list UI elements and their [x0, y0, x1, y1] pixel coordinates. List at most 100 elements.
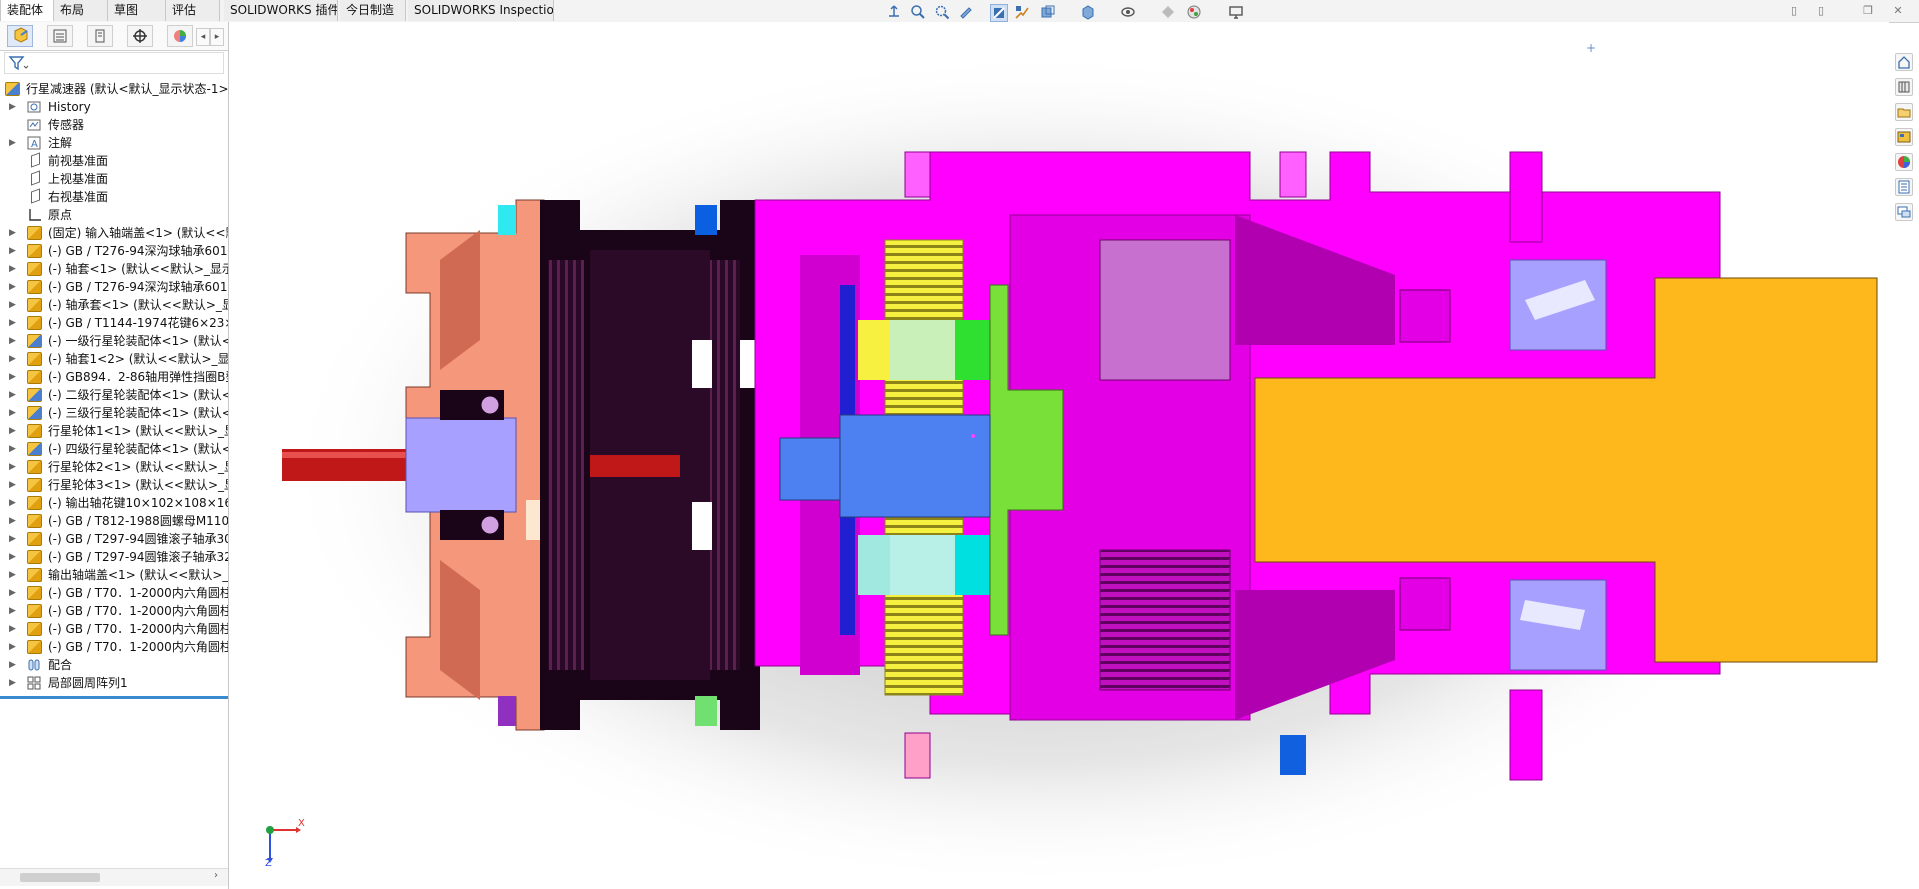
- tree-item[interactable]: ▶ (-) GB / T297-94圆锥滚子轴承30: [0, 530, 228, 548]
- tree-item[interactable]: ▶ (-) 一级行星轮装配体<1> (默认<: [0, 332, 228, 350]
- tree-item[interactable]: 传感器: [0, 116, 228, 134]
- expand-arrow-icon[interactable]: ▶: [9, 620, 17, 638]
- expand-arrow-icon[interactable]: ▶: [9, 314, 17, 332]
- tree-item[interactable]: 右视基准面: [0, 188, 228, 206]
- tree-item[interactable]: ▶ (-) GB / T812-1988圆螺母M110: [0, 512, 228, 530]
- view-display-icon[interactable]: [1228, 4, 1244, 20]
- tree-item[interactable]: ▶ (-) GB / T70．1-2000内六角圆柱: [0, 602, 228, 620]
- expand-arrow-icon[interactable]: ▶: [9, 458, 17, 476]
- expand-arrow-icon[interactable]: ▶: [9, 530, 17, 548]
- tree-item[interactable]: ▶ (-) GB / T70．1-2000内六角圆柱: [0, 620, 228, 638]
- scrollbar-thumb[interactable]: [20, 873, 100, 882]
- tab-solidworks-addins[interactable]: SOLIDWORKS 插件: [224, 0, 338, 21]
- expand-arrow-icon[interactable]: ▶: [9, 602, 17, 620]
- input-bearing-sleeve[interactable]: [405, 417, 517, 513]
- tab-sketch[interactable]: 草图: [108, 0, 166, 21]
- tree-item[interactable]: ▶ 输出轴端盖<1> (默认<<默认>_显: [0, 566, 228, 584]
- graphics-area[interactable]: +: [229, 22, 1889, 889]
- expand-arrow-icon[interactable]: ▶: [9, 134, 17, 152]
- tree-item[interactable]: 前视基准面: [0, 152, 228, 170]
- display-style-icon[interactable]: [1080, 4, 1096, 20]
- expand-arrow-icon[interactable]: ▶: [9, 332, 17, 350]
- apply-scene-icon[interactable]: [1186, 4, 1202, 20]
- expand-arrow-icon[interactable]: ▶: [9, 674, 17, 692]
- expand-arrow-icon[interactable]: ▶: [9, 224, 17, 242]
- sun-shaft[interactable]: [839, 414, 991, 518]
- expand-arrow-icon[interactable]: ▶: [9, 350, 17, 368]
- close-icon[interactable]: ✕: [1892, 5, 1904, 17]
- expand-arrow-icon[interactable]: ▶: [9, 638, 17, 656]
- hide-show-items-icon[interactable]: [1120, 4, 1136, 20]
- expand-arrow-icon[interactable]: ▶: [9, 260, 17, 278]
- tree-item[interactable]: ▶ A 注解: [0, 134, 228, 152]
- tab-solidworks-inspection[interactable]: SOLIDWORKS Inspection: [408, 0, 554, 21]
- tabs-scroll-left-icon[interactable]: ◂: [196, 28, 210, 46]
- tab-evaluate[interactable]: 评估: [166, 0, 220, 21]
- sun-shaft-end[interactable]: [779, 437, 841, 501]
- tab-today-manufacture[interactable]: 今日制造: [340, 0, 406, 21]
- tree-item[interactable]: ▶ (-) 轴套<1> (默认<<默认>_显示: [0, 260, 228, 278]
- propertymanager-tab[interactable]: [47, 25, 73, 47]
- forum-icon[interactable]: [1895, 203, 1913, 221]
- tree-item[interactable]: ▶ (-) GB / T276-94深沟球轴承6012: [0, 242, 228, 260]
- section-view-icon[interactable]: [990, 4, 1008, 22]
- tree-item[interactable]: ▶ 配合: [0, 656, 228, 674]
- tabs-scroll-right-icon[interactable]: ▸: [210, 28, 224, 46]
- previous-view-icon[interactable]: [958, 4, 974, 20]
- tree-item[interactable]: ▶ 局部圆周阵列1: [0, 674, 228, 692]
- home-icon[interactable]: [1895, 53, 1913, 71]
- file-explorer-icon[interactable]: [1895, 103, 1913, 121]
- planetary-reducer-section-model[interactable]: +: [229, 22, 1889, 889]
- dynamic-annotation-icon[interactable]: [1014, 4, 1030, 20]
- tile-right-icon[interactable]: ▯: [1815, 5, 1827, 17]
- tree-filter-field[interactable]: [4, 52, 224, 74]
- appearances-icon[interactable]: [1895, 153, 1913, 171]
- expand-arrow-icon[interactable]: ▶: [9, 98, 17, 116]
- tree-item[interactable]: ▶ (-) GB / T70．1-2000内六角圆柱: [0, 638, 228, 656]
- tile-left-icon[interactable]: ▯: [1788, 5, 1800, 17]
- displaymanager-tab[interactable]: [167, 25, 193, 47]
- design-library-icon[interactable]: [1895, 78, 1913, 96]
- expand-arrow-icon[interactable]: ▶: [9, 494, 17, 512]
- tree-item[interactable]: ▶ (-) GB / T297-94圆锥滚子轴承32: [0, 548, 228, 566]
- tree-item[interactable]: ▶ History: [0, 98, 228, 116]
- tree-item[interactable]: ▶ (-) GB894．2-86轴用弹性挡圈B型: [0, 368, 228, 386]
- dimxpert-tab[interactable]: [127, 25, 153, 47]
- expand-arrow-icon[interactable]: ▶: [9, 386, 17, 404]
- expand-arrow-icon[interactable]: ▶: [9, 368, 17, 386]
- expand-arrow-icon[interactable]: ▶: [9, 476, 17, 494]
- scroll-right-icon[interactable]: ›: [214, 870, 218, 881]
- tree-item[interactable]: ▶ (-) GB / T70．1-2000内六角圆柱: [0, 584, 228, 602]
- tree-item[interactable]: ▶ 行星轮体3<1> (默认<<默认>_显: [0, 476, 228, 494]
- expand-arrow-icon[interactable]: ▶: [9, 296, 17, 314]
- tree-item[interactable]: ▶ (-) 三级行星轮装配体<1> (默认<: [0, 404, 228, 422]
- tree-item[interactable]: ▶ 行星轮体1<1> (默认<<默认>_显: [0, 422, 228, 440]
- filter-icon[interactable]: [7, 53, 29, 73]
- view-orientation-icon[interactable]: [886, 4, 902, 20]
- expand-arrow-icon[interactable]: ▶: [9, 566, 17, 584]
- expand-arrow-icon[interactable]: ▶: [9, 656, 17, 674]
- expand-arrow-icon[interactable]: ▶: [9, 278, 17, 296]
- tree-root-assembly[interactable]: 行星减速器 (默认<默认_显示状态-1>): [0, 80, 228, 98]
- view-settings-icon[interactable]: [1040, 4, 1056, 20]
- tree-item[interactable]: ▶ (-) 轴套1<2> (默认<<默认>_显示: [0, 350, 228, 368]
- expand-arrow-icon[interactable]: ▶: [9, 242, 17, 260]
- tree-item[interactable]: ▶ (-) 二级行星轮装配体<1> (默认<: [0, 386, 228, 404]
- zoom-to-area-icon[interactable]: [934, 4, 950, 20]
- expand-arrow-icon[interactable]: ▶: [9, 404, 17, 422]
- view-palette-icon[interactable]: [1895, 128, 1913, 146]
- tree-item[interactable]: ▶ (-) GB / T1144-1974花键6×23×: [0, 314, 228, 332]
- tree-item[interactable]: 原点: [0, 206, 228, 224]
- edit-appearance-icon[interactable]: [1160, 4, 1176, 20]
- zoom-to-fit-icon[interactable]: [910, 4, 926, 20]
- configurationmanager-tab[interactable]: [87, 25, 113, 47]
- expand-arrow-icon[interactable]: ▶: [9, 440, 17, 458]
- tree-item[interactable]: ▶ (-) 四级行星轮装配体<1> (默认<: [0, 440, 228, 458]
- custom-properties-icon[interactable]: [1895, 178, 1913, 196]
- tree-item[interactable]: ▶ (-) 轴承套<1> (默认<<默认>_显: [0, 296, 228, 314]
- tab-assembly[interactable]: 装配体: [0, 0, 54, 21]
- featuremanager-tab[interactable]: [7, 25, 33, 47]
- tree-item[interactable]: ▶ 行星轮体2<1> (默认<<默认>_显: [0, 458, 228, 476]
- tree-item[interactable]: ▶ (-) GB / T276-94深沟球轴承6012: [0, 278, 228, 296]
- expand-arrow-icon[interactable]: ▶: [9, 584, 17, 602]
